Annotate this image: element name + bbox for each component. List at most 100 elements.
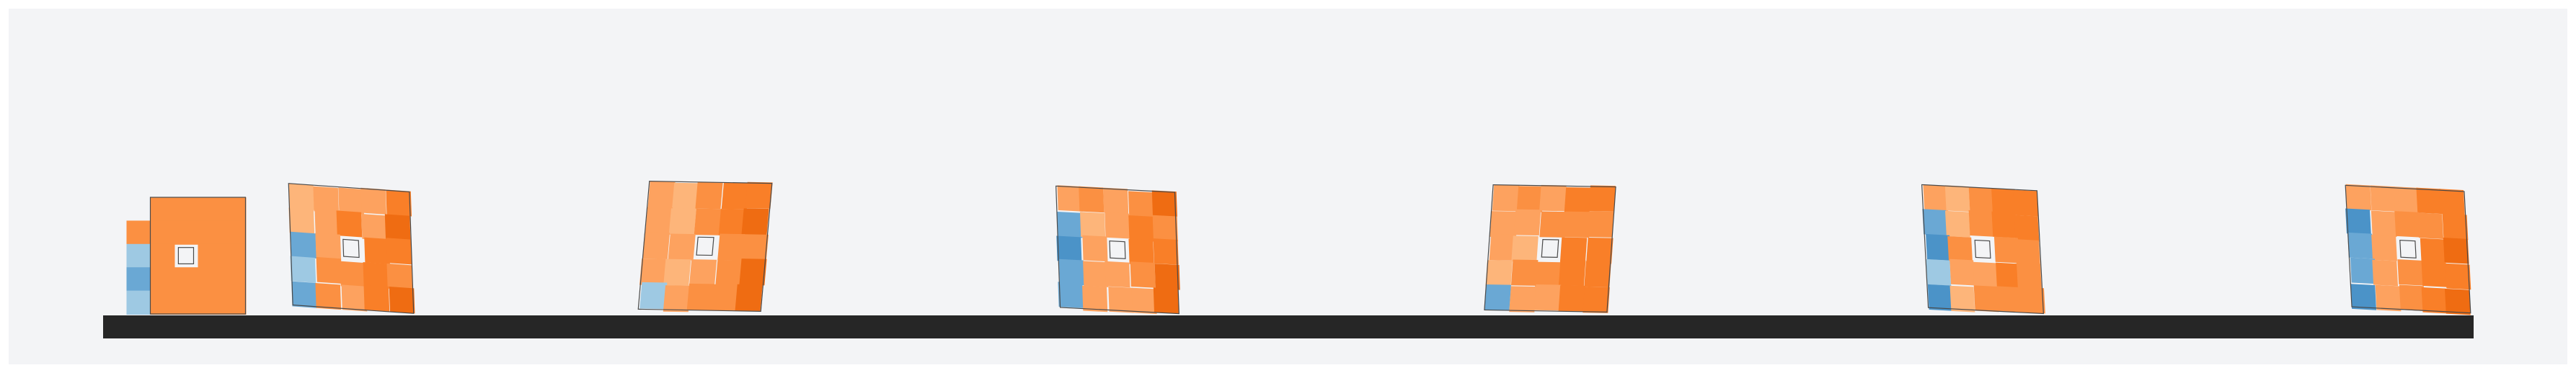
material-cell xyxy=(639,259,668,286)
material-cell xyxy=(2397,259,2424,286)
material-cell xyxy=(126,290,151,315)
material-cell xyxy=(174,197,199,222)
soft-body-frame-3 xyxy=(637,181,773,313)
material-cell xyxy=(695,182,723,210)
material-cell xyxy=(645,207,673,234)
material-cell xyxy=(1056,235,1082,263)
material-cell xyxy=(2371,210,2397,238)
material-cell xyxy=(1564,211,1591,238)
center-hole xyxy=(696,236,714,256)
material-cell xyxy=(1583,287,1610,313)
material-cell xyxy=(336,210,363,238)
material-cell xyxy=(1128,215,1154,242)
material-cell xyxy=(1130,261,1156,288)
material-cell xyxy=(2370,185,2396,212)
material-cell xyxy=(1558,285,1586,312)
material-cell xyxy=(663,259,691,286)
material-cell xyxy=(315,282,342,310)
material-cell xyxy=(288,207,315,235)
material-cell xyxy=(363,261,389,289)
simulation-canvas xyxy=(9,9,2567,364)
material-cell xyxy=(1082,285,1108,313)
material-cell xyxy=(1968,210,1994,237)
material-cell xyxy=(1153,238,1179,265)
material-cell xyxy=(1564,186,1592,214)
material-cell xyxy=(686,283,714,310)
material-cell xyxy=(1108,287,1134,313)
material-cell xyxy=(1584,261,1611,288)
material-cell xyxy=(689,259,717,287)
material-cell xyxy=(364,237,390,264)
material-cell xyxy=(291,281,317,308)
material-cell xyxy=(126,243,151,269)
material-cell xyxy=(386,189,412,217)
material-cell xyxy=(711,284,739,311)
material-cell xyxy=(2347,232,2373,259)
material-cell xyxy=(2375,284,2402,312)
soft-body-frame-4 xyxy=(1055,185,1180,315)
material-cell xyxy=(668,208,696,235)
material-cell xyxy=(1511,235,1539,262)
material-cell xyxy=(150,220,175,245)
material-cell xyxy=(198,290,223,315)
soft-body-frame-5 xyxy=(1484,184,1616,313)
material-cell xyxy=(2345,208,2371,235)
material-cell xyxy=(2372,259,2399,287)
material-cell xyxy=(1152,215,1178,242)
material-cell xyxy=(2420,238,2446,265)
material-cell xyxy=(1492,184,1520,212)
material-cell xyxy=(1923,184,1949,212)
material-cell xyxy=(2444,288,2471,315)
material-cell xyxy=(360,187,387,215)
material-cell xyxy=(1083,261,1109,287)
material-cell xyxy=(1968,187,1994,214)
material-cell xyxy=(174,220,199,245)
material-cell xyxy=(1079,186,1105,213)
material-cell xyxy=(2442,213,2469,241)
material-cell xyxy=(663,285,691,313)
material-cell xyxy=(1080,212,1106,238)
material-cell xyxy=(2439,189,2465,215)
material-cell xyxy=(2345,184,2372,211)
material-cell xyxy=(290,256,317,283)
center-hole xyxy=(2399,239,2417,259)
material-cell xyxy=(1559,237,1588,264)
material-cell xyxy=(1535,261,1562,289)
material-cell xyxy=(1533,284,1562,311)
material-cell xyxy=(1926,259,1952,286)
material-cell xyxy=(647,181,676,208)
material-cell xyxy=(2445,263,2471,290)
material-cell xyxy=(338,187,364,215)
material-cell xyxy=(721,182,749,210)
material-cell xyxy=(386,263,413,291)
material-cell xyxy=(1991,188,2017,215)
material-cell xyxy=(221,243,247,269)
material-cell xyxy=(174,290,199,315)
material-cell xyxy=(1588,185,1616,212)
material-cell xyxy=(2417,212,2444,239)
material-cell xyxy=(2394,186,2420,213)
material-cell xyxy=(694,208,722,235)
material-cell xyxy=(1949,259,1975,286)
material-cell xyxy=(715,259,743,287)
material-cell xyxy=(221,290,247,315)
material-cell xyxy=(1058,282,1084,308)
material-cell xyxy=(745,181,773,209)
material-cell xyxy=(2020,287,2045,314)
ground-platform xyxy=(103,315,2474,338)
material-cell xyxy=(1945,210,1970,238)
material-cell xyxy=(221,220,247,245)
material-cell xyxy=(384,214,411,241)
material-cell xyxy=(2350,284,2377,310)
material-cell xyxy=(1484,284,1512,311)
material-cell xyxy=(735,284,763,311)
material-cell xyxy=(1082,235,1108,262)
material-cell xyxy=(126,220,151,245)
material-cell xyxy=(1539,184,1567,212)
material-cell xyxy=(1926,234,1951,261)
material-cell xyxy=(1131,287,1157,315)
material-cell xyxy=(1154,264,1180,290)
material-cell xyxy=(386,238,412,265)
material-cell xyxy=(1105,212,1130,239)
material-cell xyxy=(2421,287,2448,314)
